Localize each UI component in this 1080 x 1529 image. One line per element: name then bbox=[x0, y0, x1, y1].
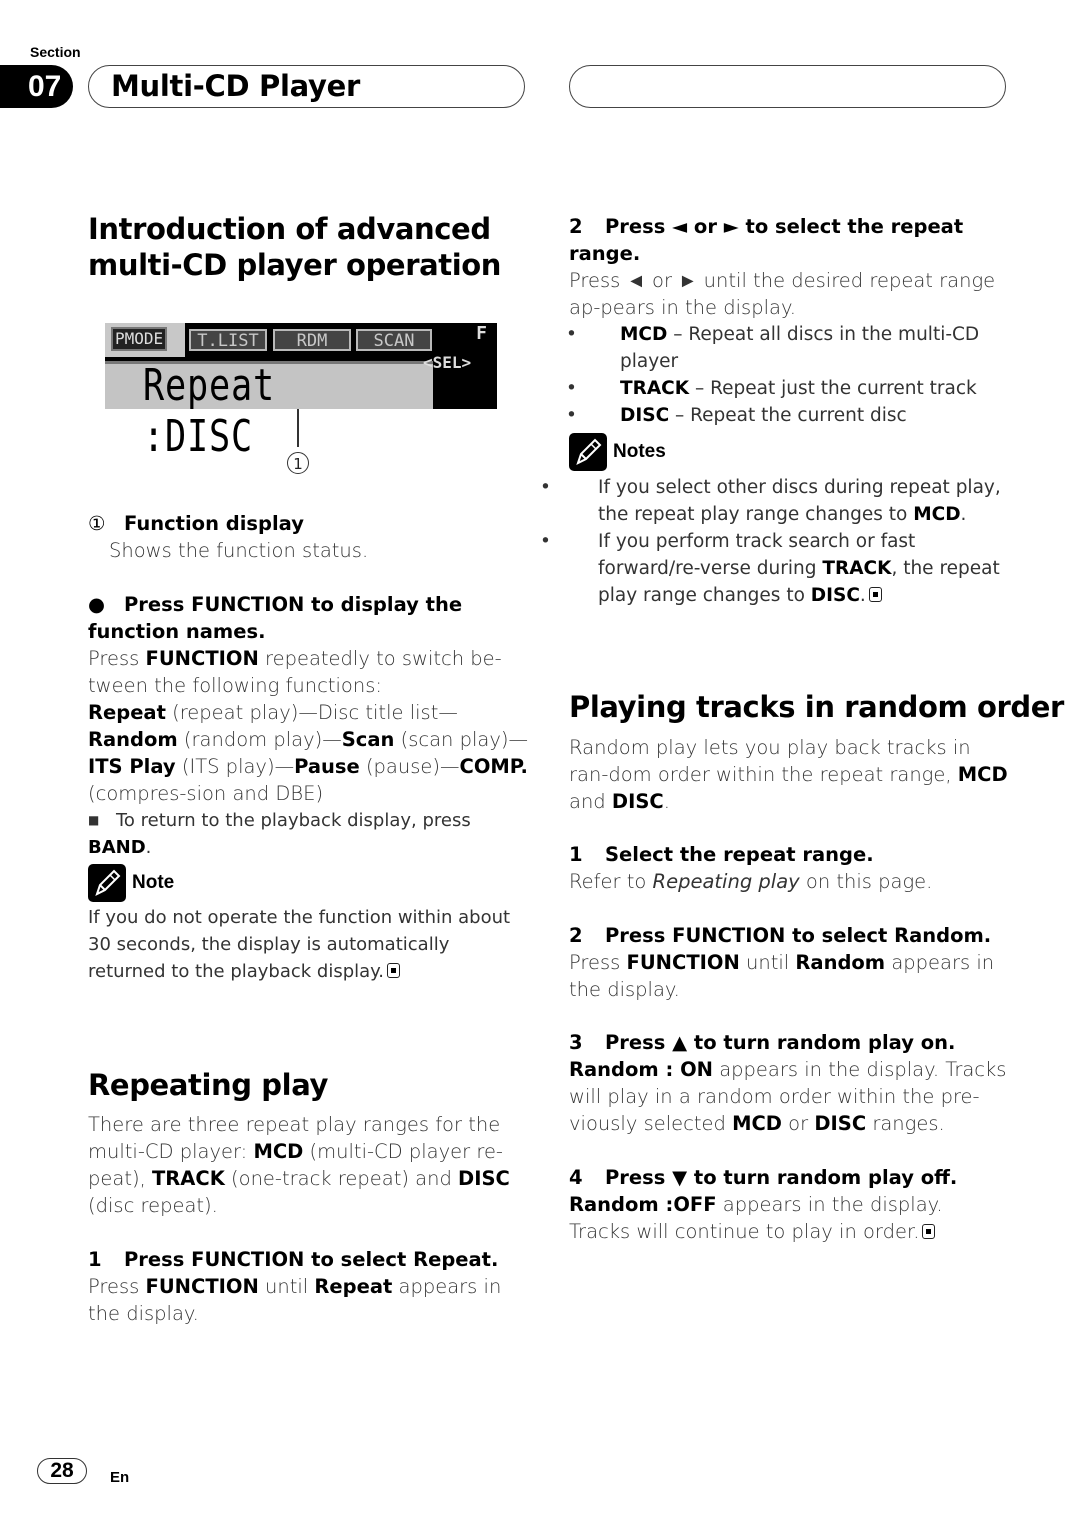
note-item: • If you perform track search or fast for… bbox=[540, 531, 1000, 606]
lcd-tab-rdm: RDM bbox=[273, 329, 351, 351]
lcd-tab-tlist: T.LIST bbox=[189, 329, 267, 351]
note-block: Note If you do not operate the function … bbox=[88, 864, 528, 985]
repeating-play-heading: Repeating play bbox=[88, 1068, 328, 1102]
cross-reference: Repeating play bbox=[652, 870, 800, 893]
sub-note: ■ To return to the playback display, pres… bbox=[88, 807, 533, 861]
lcd-sel-indicator: <SEL> bbox=[423, 353, 472, 372]
function-step-body: Press FUNCTION repeatedly to switch be-t… bbox=[88, 647, 529, 805]
intro-heading-line1: Introduction of advanced bbox=[88, 212, 491, 246]
chapter-title-pill: Multi-CD Player bbox=[88, 65, 525, 108]
note-label: Note bbox=[132, 872, 175, 893]
notes-block: Notes • If you select other discs during … bbox=[540, 433, 1009, 609]
option-mcd: • MCD – Repeat all discs in the multi-CD … bbox=[566, 324, 980, 372]
option-track: • TRACK – Repeat just the current track bbox=[566, 378, 977, 399]
language-code: En bbox=[110, 1469, 130, 1486]
pencil-note-icon bbox=[569, 433, 607, 471]
square-bullet-icon: ■ bbox=[88, 813, 100, 827]
function-display-legend: ① Function display Shows the function sta… bbox=[88, 510, 528, 564]
repeat-step-2: 2 Press ◄ or ► to select the repeat range… bbox=[566, 213, 1014, 429]
intro-heading: Introduction of advanced multi-CD player… bbox=[88, 211, 528, 283]
note-text: If you do not operate the function withi… bbox=[88, 907, 511, 982]
callout-leader-line bbox=[297, 409, 299, 447]
legend-title: Function display bbox=[124, 512, 304, 535]
end-mark-icon bbox=[922, 1224, 936, 1239]
random-step-3: 3 Press ▲ to turn random play on. Random … bbox=[569, 1031, 1007, 1135]
intro-heading-line2: multi-CD player operation bbox=[88, 248, 502, 282]
note-item: • If you select other discs during repeat… bbox=[540, 477, 1001, 525]
function-step: ● Press FUNCTION to display the function … bbox=[88, 591, 533, 861]
lcd-tab-bar: PMODE T.LIST RDM SCAN bbox=[105, 323, 435, 357]
end-mark-icon bbox=[387, 963, 400, 978]
random-step-2: 2 Press FUNCTION to select Random. Press … bbox=[569, 924, 995, 1001]
page-number: 28 bbox=[37, 1458, 87, 1484]
random-step-4: 4 Press ▼ to turn random play off. Random… bbox=[569, 1166, 958, 1243]
section-number-badge: 07 bbox=[0, 65, 73, 108]
end-mark-icon bbox=[868, 587, 882, 602]
section-label: Section bbox=[30, 44, 81, 60]
function-step-heading: Press FUNCTION to display the function n… bbox=[88, 593, 463, 643]
legend-marker: ① bbox=[88, 512, 106, 535]
random-heading: Playing tracks in random order bbox=[569, 690, 1064, 724]
function-lcd-display: PMODE T.LIST RDM SCAN F Repeat :DISC <SE… bbox=[105, 323, 497, 462]
random-step-1: 1 Select the repeat range. Refer to Repea… bbox=[569, 843, 933, 893]
repeating-play-intro: There are three repeat play ranges for t… bbox=[88, 1113, 510, 1217]
lcd-main-text: Repeat :DISC bbox=[143, 360, 275, 462]
lcd-pmode-tab: PMODE bbox=[105, 323, 185, 357]
legend-description: Shows the function status. bbox=[109, 539, 369, 562]
lcd-tab-scan: SCAN bbox=[356, 329, 432, 351]
random-intro: Random play lets you play back tracks in… bbox=[569, 736, 1008, 813]
option-disc: • DISC – Repeat the current disc bbox=[566, 405, 907, 426]
bullet-icon: ● bbox=[88, 593, 106, 616]
lcd-main-line: Repeat :DISC bbox=[105, 360, 433, 462]
chapter-title: Multi-CD Player bbox=[111, 69, 360, 103]
notes-label: Notes bbox=[613, 441, 666, 462]
lcd-f-indicator: F bbox=[476, 323, 487, 344]
repeat-step-1: 1 Press FUNCTION to select Repeat. Press … bbox=[88, 1248, 502, 1325]
callout-number: 1 bbox=[287, 452, 309, 474]
blank-header-pill bbox=[569, 65, 1006, 108]
pencil-note-icon bbox=[88, 864, 126, 902]
